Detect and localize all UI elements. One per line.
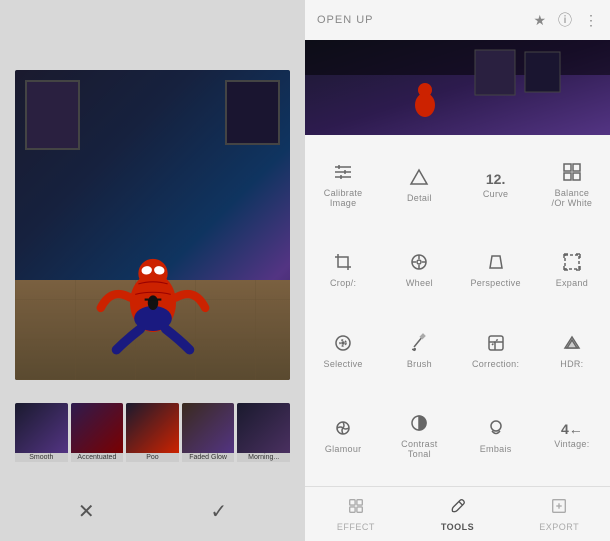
tool-calibrate[interactable]: CalibrateImage bbox=[305, 140, 381, 230]
bottom-bar: ✕ ✓ bbox=[0, 491, 305, 531]
glamour-icon bbox=[333, 418, 353, 441]
tool-balance[interactable]: Balance/Or White bbox=[534, 140, 610, 230]
embais-label: Embais bbox=[480, 444, 512, 454]
contrast-label: ContrastTonal bbox=[401, 439, 437, 459]
confirm-button[interactable]: ✓ bbox=[204, 496, 234, 526]
hdr-label: HDR: bbox=[560, 359, 583, 369]
effect-nav-icon bbox=[347, 497, 365, 520]
tool-curve[interactable]: 12. Curve bbox=[458, 140, 534, 230]
nav-effect[interactable]: EFFECT bbox=[305, 487, 407, 541]
tools-grid: CalibrateImage Detail 12. Curve Balance/… bbox=[305, 135, 610, 486]
embais-icon bbox=[486, 418, 506, 441]
correction-label: Correction: bbox=[472, 359, 519, 369]
tool-hdr[interactable]: HDR: bbox=[534, 311, 610, 391]
brush-label: Brush bbox=[407, 359, 432, 369]
tool-correction[interactable]: Correction: bbox=[458, 311, 534, 391]
tool-brush[interactable]: Brush bbox=[381, 311, 457, 391]
wall-frame-right bbox=[225, 80, 280, 145]
tools-nav-icon bbox=[449, 497, 467, 520]
header-icons: ★ ⓘ ⋮ bbox=[533, 10, 598, 30]
balance-label: Balance/Or White bbox=[552, 188, 593, 208]
wifi-icon[interactable]: ★ bbox=[533, 12, 546, 29]
main-image-container bbox=[15, 70, 290, 380]
crop-icon bbox=[333, 252, 353, 275]
tool-selective[interactable]: Selective bbox=[305, 311, 381, 391]
right-preview bbox=[305, 40, 610, 135]
brush-icon bbox=[409, 333, 429, 356]
tool-detail[interactable]: Detail bbox=[381, 140, 457, 230]
curve-label: Curve bbox=[483, 189, 509, 199]
tool-wheel[interactable]: Wheel bbox=[381, 230, 457, 310]
selective-icon bbox=[333, 333, 353, 356]
wheel-icon bbox=[409, 252, 429, 275]
contrast-icon bbox=[409, 413, 429, 436]
glamour-label: Glamour bbox=[325, 444, 362, 454]
wall-frame-left bbox=[25, 80, 80, 150]
detail-icon bbox=[409, 167, 429, 190]
detail-label: Detail bbox=[407, 193, 432, 203]
spiderman-figure bbox=[88, 240, 218, 355]
filmstrip-label-accentuated: Accentuated bbox=[71, 453, 124, 462]
tools-nav-label: TOOLS bbox=[441, 522, 474, 532]
wheel-label: Wheel bbox=[406, 278, 433, 288]
filmstrip-label-smooth: Smooth bbox=[15, 453, 68, 462]
vintage-icon: 4← bbox=[561, 422, 583, 436]
header-title: OPEN UP bbox=[317, 14, 374, 26]
menu-icon[interactable]: ⋮ bbox=[584, 12, 598, 29]
filmstrip-label-morning: Morning... bbox=[237, 453, 290, 462]
vintage-label: Vintage: bbox=[554, 439, 589, 449]
selective-label: Selective bbox=[324, 359, 363, 369]
tool-crop[interactable]: Crop/: bbox=[305, 230, 381, 310]
nav-export[interactable]: EXPORT bbox=[508, 487, 610, 541]
expand-icon bbox=[562, 252, 582, 275]
export-nav-label: EXPORT bbox=[539, 522, 579, 532]
tool-perspective[interactable]: Perspective bbox=[458, 230, 534, 310]
correction-icon bbox=[486, 333, 506, 356]
right-panel: OPEN UP ★ ⓘ ⋮ bbox=[305, 0, 610, 541]
bottom-nav: EFFECT TOOLS EXPORT bbox=[305, 486, 610, 541]
tool-vintage[interactable]: 4← Vintage: bbox=[534, 391, 610, 481]
balance-icon bbox=[562, 162, 582, 185]
curve-icon: 12. bbox=[486, 172, 505, 186]
crop-label: Crop/: bbox=[330, 278, 356, 288]
info-icon[interactable]: ⓘ bbox=[558, 10, 572, 30]
tool-contrast[interactable]: ContrastTonal bbox=[381, 391, 457, 481]
filmstrip-item-faded[interactable]: Faded Glow bbox=[182, 403, 235, 468]
cancel-button[interactable]: ✕ bbox=[71, 496, 101, 526]
filmstrip-item-morning[interactable]: Morning... bbox=[237, 403, 290, 468]
filmstrip-item-poo[interactable]: Poo bbox=[126, 403, 179, 468]
left-panel: Smooth Accentuated Poo Faded Glow Mornin… bbox=[0, 0, 305, 541]
main-image bbox=[15, 70, 290, 380]
nav-tools[interactable]: TOOLS bbox=[407, 487, 509, 541]
filmstrip-item-smooth[interactable]: Smooth bbox=[15, 403, 68, 468]
calibrate-icon bbox=[333, 162, 353, 185]
perspective-icon bbox=[486, 252, 506, 275]
filmstrip: Smooth Accentuated Poo Faded Glow Mornin… bbox=[15, 403, 290, 468]
filmstrip-label-faded: Faded Glow bbox=[182, 453, 235, 462]
tool-embais[interactable]: Embais bbox=[458, 391, 534, 481]
tool-glamour[interactable]: Glamour bbox=[305, 391, 381, 481]
preview-scene bbox=[305, 40, 610, 135]
effect-nav-label: EFFECT bbox=[337, 522, 375, 532]
tool-expand[interactable]: Expand bbox=[534, 230, 610, 310]
perspective-label: Perspective bbox=[470, 278, 520, 288]
right-header: OPEN UP ★ ⓘ ⋮ bbox=[305, 0, 610, 40]
expand-label: Expand bbox=[556, 278, 588, 288]
hdr-icon bbox=[562, 333, 582, 356]
calibrate-label: CalibrateImage bbox=[324, 188, 363, 208]
filmstrip-label-poo: Poo bbox=[126, 453, 179, 462]
filmstrip-item-accentuated[interactable]: Accentuated bbox=[71, 403, 124, 468]
export-nav-icon bbox=[550, 497, 568, 520]
